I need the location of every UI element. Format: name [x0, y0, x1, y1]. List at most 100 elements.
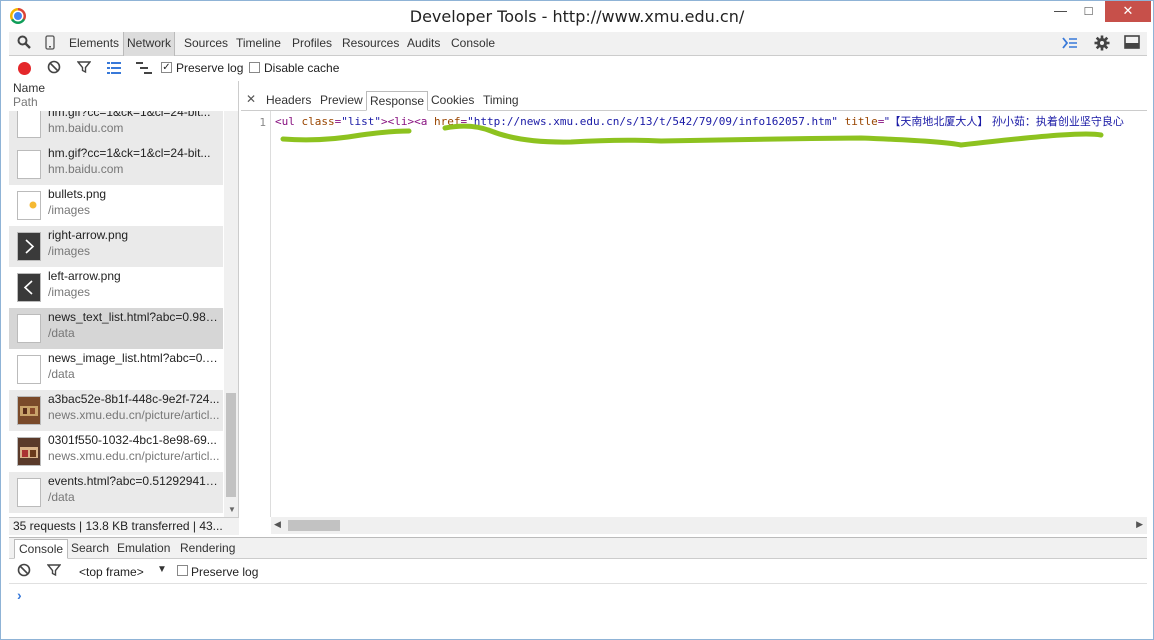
disable-cache-label: Disable cache: [264, 61, 340, 75]
close-window-button[interactable]: ✕: [1105, 1, 1151, 22]
preserve-log-label: Preserve log: [176, 61, 244, 75]
maximize-button[interactable]: □: [1075, 1, 1102, 22]
tab-elements[interactable]: Elements: [66, 32, 122, 56]
drawer-tab-search[interactable]: Search: [67, 539, 113, 559]
response-horizontal-scrollbar[interactable]: ◀ ▶: [271, 517, 1147, 534]
column-header[interactable]: Name Path: [9, 81, 238, 111]
tab-sources[interactable]: Sources: [181, 32, 231, 56]
filter-icon[interactable]: [45, 563, 63, 581]
request-row[interactable]: a3bac52e-8b1f-448c-9e2f-724... news.xmu.…: [9, 390, 223, 431]
code-token: "list": [341, 115, 381, 128]
tab-profiles[interactable]: Profiles: [289, 32, 335, 56]
device-mode-icon[interactable]: [41, 35, 59, 53]
close-detail-icon[interactable]: ✕: [246, 92, 256, 106]
tab-timing[interactable]: Timing: [480, 91, 522, 111]
minimize-button[interactable]: —: [1047, 1, 1074, 22]
record-button[interactable]: [18, 62, 31, 75]
request-path: /images: [48, 244, 91, 258]
bullet-image-icon: [17, 191, 41, 220]
network-toolbar: ✓ Preserve log Disable cache: [9, 57, 1147, 81]
request-row[interactable]: news_image_list.html?abc=0.0... /data: [9, 349, 223, 390]
console-preserve-log-label: Preserve log: [191, 565, 259, 579]
request-row[interactable]: bullets.png /images: [9, 185, 223, 226]
response-code-line: <ul class="list"><li><a href="http://new…: [275, 115, 1145, 129]
request-path: /data: [48, 367, 75, 381]
large-rows-icon[interactable]: [105, 60, 123, 78]
scroll-right-arrow-icon[interactable]: ▶: [1136, 519, 1143, 530]
clear-console-icon[interactable]: [15, 563, 33, 581]
tab-headers[interactable]: Headers: [263, 91, 314, 111]
network-status-bar: 35 requests | 13.8 KB transferred | 43..…: [9, 517, 239, 535]
code-token: <ul: [275, 115, 302, 128]
drawer-tabs: Console Search Emulation Rendering: [9, 537, 1147, 559]
overview-waterfall-icon[interactable]: [135, 60, 153, 78]
request-path: /images: [48, 285, 91, 299]
right-arrow-image-icon: [17, 232, 41, 261]
request-row[interactable]: right-arrow.png /images: [9, 226, 223, 267]
scroll-left-arrow-icon[interactable]: ◀: [274, 519, 281, 530]
chevron-down-icon[interactable]: ▼: [157, 564, 167, 575]
blank-file-icon: [17, 478, 41, 507]
blank-file-icon: [17, 355, 41, 384]
request-row-selected[interactable]: news_text_list.html?abc=0.982... /data: [9, 308, 223, 349]
code-token: class: [301, 115, 335, 128]
gear-icon[interactable]: [1093, 35, 1111, 53]
request-list-scrollbar[interactable]: ▼: [224, 111, 238, 517]
request-row[interactable]: hm.gif?cc=1&ck=1&cl=24-bit... hm.baidu.c…: [9, 144, 223, 185]
blank-file-icon: [17, 111, 41, 138]
drawer-tab-emulation[interactable]: Emulation: [113, 539, 174, 559]
code-token: "【天南地北厦大人】 孙小茹：执着创业坚守良心: [884, 115, 1124, 128]
console-prompt-icon: ›: [17, 587, 22, 603]
name-column-header: Name: [13, 81, 46, 95]
tab-resources[interactable]: Resources: [339, 32, 402, 56]
tab-network[interactable]: Network: [123, 32, 176, 56]
request-row[interactable]: events.html?abc=0.512929413... /data: [9, 472, 223, 513]
tab-cookies[interactable]: Cookies: [428, 91, 477, 111]
search-icon[interactable]: [15, 35, 33, 53]
tab-preview[interactable]: Preview: [317, 91, 366, 111]
horizontal-scrollbar-thumb[interactable]: [288, 520, 340, 531]
request-row[interactable]: 0301f550-1032-4bc1-8e98-69... news.xmu.e…: [9, 431, 223, 472]
request-name: hm.gif?cc=1&ck=1&cl=24-bit...: [48, 111, 211, 119]
request-name: right-arrow.png: [48, 228, 129, 242]
request-name: hm.gif?cc=1&ck=1&cl=24-bit...: [48, 146, 211, 160]
request-name: news_image_list.html?abc=0.0...: [48, 351, 220, 365]
tab-timeline[interactable]: Timeline: [233, 32, 284, 56]
blank-file-icon: [17, 150, 41, 179]
preserve-log-checkbox[interactable]: ✓: [161, 62, 172, 73]
scrollbar-thumb[interactable]: [226, 393, 236, 497]
tab-response[interactable]: Response: [366, 91, 429, 111]
code-token: "http://news.xmu.edu.cn/s/13/t/542/79/09…: [467, 115, 838, 128]
code-token: ><li><a: [381, 115, 434, 128]
console-drawer-icon[interactable]: [1061, 35, 1079, 53]
main-toolbar: Elements Network Sources Timeline Profil…: [9, 32, 1147, 56]
line-gutter: 1: [241, 111, 271, 517]
disable-cache-checkbox[interactable]: [249, 62, 260, 73]
photo-thumbnail-icon: [17, 396, 41, 425]
line-number: 1: [259, 116, 266, 129]
console-input-area[interactable]: ›: [9, 585, 1147, 633]
request-list: hm.gif?cc=1&ck=1&cl=24-bit... hm.baidu.c…: [9, 111, 223, 517]
request-name: left-arrow.png: [48, 269, 121, 283]
tab-console[interactable]: Console: [448, 32, 498, 56]
tab-audits[interactable]: Audits: [404, 32, 443, 56]
path-column-header: Path: [13, 95, 38, 109]
frame-selector[interactable]: <top frame>: [79, 565, 144, 579]
dock-side-icon[interactable]: [1123, 35, 1141, 53]
filter-icon[interactable]: [75, 60, 93, 78]
request-path: /data: [48, 490, 75, 504]
request-name: a3bac52e-8b1f-448c-9e2f-724...: [48, 392, 220, 406]
request-row[interactable]: left-arrow.png /images: [9, 267, 223, 308]
drawer-tab-console[interactable]: Console: [14, 539, 69, 559]
request-name: events.html?abc=0.512929413...: [48, 474, 220, 488]
request-name: 0301f550-1032-4bc1-8e98-69...: [48, 433, 217, 447]
request-path: /data: [48, 326, 75, 340]
response-editor[interactable]: 1 <ul class="list"><li><a href="http://n…: [241, 111, 1147, 517]
request-row[interactable]: hm.gif?cc=1&ck=1&cl=24-bit... hm.baidu.c…: [9, 111, 223, 144]
drawer-tab-rendering[interactable]: Rendering: [176, 539, 239, 559]
request-path: hm.baidu.com: [48, 162, 124, 176]
clear-icon[interactable]: [45, 60, 63, 78]
scroll-down-arrow-icon[interactable]: ▼: [228, 505, 236, 514]
console-preserve-log-checkbox[interactable]: [177, 565, 188, 576]
